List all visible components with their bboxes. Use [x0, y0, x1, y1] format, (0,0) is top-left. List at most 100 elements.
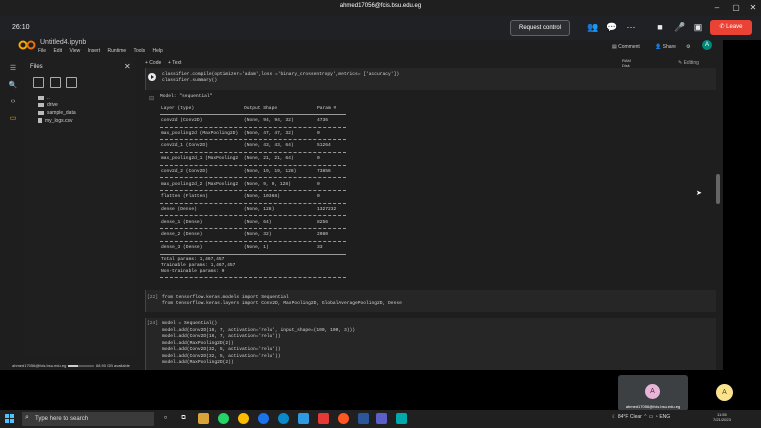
folder-icon — [38, 102, 44, 107]
code-line: from tensorflow.keras.layers import Conv… — [162, 301, 402, 306]
leave-button[interactable]: ✆ Leave — [710, 20, 752, 35]
summary-layer: flatten (Flatten) — [161, 194, 208, 200]
file-item[interactable]: .. — [38, 95, 50, 101]
divider — [160, 126, 346, 128]
app-icon[interactable] — [258, 413, 269, 424]
maximize-icon[interactable]: ▢ — [729, 2, 743, 13]
add-text-button[interactable]: + Text — [168, 60, 181, 66]
task-view-icon[interactable]: ⧉ — [178, 413, 189, 424]
close-icon[interactable]: ✕ — [746, 2, 760, 13]
edge-icon[interactable] — [278, 413, 289, 424]
cortana-icon[interactable]: ○ — [160, 413, 171, 424]
summary-params: 51264 — [317, 143, 331, 149]
folder-icon[interactable]: ▭ — [8, 114, 18, 124]
editing-label: Editing — [683, 60, 699, 66]
editing-mode[interactable]: ✎ Editing — [678, 60, 699, 66]
comment-button[interactable]: ▤ Comment — [612, 44, 640, 50]
settings-icon[interactable]: ⚙ — [686, 44, 690, 50]
pdf-icon[interactable] — [318, 413, 329, 424]
mouse-cursor-icon: ➤ — [696, 190, 702, 197]
run-cell-button[interactable] — [148, 73, 156, 81]
minimize-icon[interactable]: – — [710, 2, 724, 13]
menu-icon[interactable]: ☰ — [8, 64, 18, 74]
search-icon: ⌕ — [25, 414, 29, 421]
file-item[interactable]: my_logs.csv — [38, 118, 73, 124]
file-item[interactable]: drive — [38, 102, 58, 108]
chat-icon[interactable]: 💬 — [606, 21, 618, 33]
divider — [160, 190, 346, 191]
system-tray[interactable]: ☾ 84°F Clear ⌃ ▭ ◔ ENG — [612, 414, 670, 420]
menu-runtime[interactable]: Runtime — [108, 48, 127, 54]
present-icon[interactable]: ▣ — [692, 21, 704, 33]
file-icon — [38, 118, 42, 124]
summary-params: 0 — [317, 181, 320, 187]
whatsapp-icon[interactable] — [218, 413, 229, 424]
clock[interactable]: 11:55 7/21/2023 — [713, 412, 731, 422]
code-icon[interactable]: ‹› — [8, 98, 18, 108]
camera-icon[interactable]: ■ — [654, 21, 666, 33]
app-icon[interactable] — [338, 413, 349, 424]
menu-help[interactable]: Help — [153, 48, 163, 54]
resource-monitor[interactable]: RAM Disk — [622, 58, 631, 68]
meet-toolbar — [0, 16, 761, 40]
file-name: sample_data — [47, 110, 76, 116]
chrome-icon[interactable] — [238, 413, 249, 424]
model-title: Model: "sequential" — [160, 94, 213, 99]
add-code-button[interactable]: + Code — [145, 60, 161, 66]
code-line: model.add(Conv2D(32, 5, activation='relu… — [162, 353, 281, 359]
menu-edit[interactable]: Edit — [53, 48, 62, 54]
menu-file[interactable]: File — [38, 48, 46, 54]
non-trainable-params: Non-trainable params: 0 — [161, 269, 225, 274]
word-icon[interactable] — [358, 413, 369, 424]
share-label: Share — [662, 44, 676, 50]
menu-view[interactable]: View — [69, 48, 80, 54]
app-icon[interactable] — [396, 413, 407, 424]
share-button[interactable]: 👤 Share — [655, 44, 676, 50]
menu-tools[interactable]: Tools — [133, 48, 145, 54]
search-placeholder: Type here to search — [35, 416, 89, 422]
summary-layer: max_pooling2d_2 (MaxPooling2 — [161, 181, 239, 187]
summary-layer: dense_3 (Dense) — [161, 245, 203, 250]
summary-params: 1327232 — [317, 206, 337, 212]
menu-insert[interactable]: Insert — [88, 48, 101, 54]
mount-drive-icon[interactable] — [66, 77, 77, 88]
mic-icon[interactable]: 🎤 — [674, 21, 686, 33]
upload-icon[interactable] — [33, 77, 44, 88]
new-folder-icon[interactable] — [50, 77, 61, 88]
divider — [160, 254, 346, 255]
request-control-button[interactable]: Request control — [510, 20, 570, 36]
summary-params: 73856 — [317, 168, 331, 174]
participant-avatar[interactable]: A — [716, 384, 733, 401]
execution-count: [22] — [147, 295, 159, 300]
scrollbar-thumb[interactable] — [716, 174, 720, 204]
clock-date: 7/21/2023 — [713, 417, 731, 422]
code-line: classifier.summary() — [162, 78, 218, 83]
people-icon[interactable]: 👥 — [587, 21, 599, 33]
output-icon[interactable]: ⊟ — [149, 95, 154, 102]
teams-icon[interactable] — [376, 413, 387, 424]
files-title: Files — [30, 64, 43, 70]
summary-params: 0 — [317, 194, 320, 200]
search-icon[interactable]: 🔍 — [8, 81, 18, 91]
summary-params: 8256 — [317, 219, 329, 225]
windows-start-icon[interactable] — [5, 414, 15, 424]
app-icon[interactable] — [298, 413, 309, 424]
summary-params: 0 — [317, 156, 320, 162]
file-explorer-icon[interactable] — [198, 413, 209, 424]
file-item[interactable]: sample_data — [38, 110, 76, 116]
code-line: model.add(Conv2D(16, 7, activation='relu… — [162, 327, 355, 333]
more-options-icon[interactable]: ⋯ — [625, 21, 637, 33]
summary-params: 4736 — [317, 118, 329, 123]
meeting-time: 26:10 — [12, 24, 30, 31]
summary-shape: (None, 43, 43, 64) — [244, 143, 294, 149]
notebook-title[interactable]: Untitled4.ipynb — [40, 39, 86, 46]
close-pane-icon[interactable]: ✕ — [124, 62, 131, 71]
divider — [160, 177, 346, 179]
avatar[interactable]: A — [702, 40, 712, 50]
summary-header-shape: Output Shape — [244, 106, 278, 111]
summary-layer: max_pooling2d_1 (MaxPooling2 — [161, 156, 239, 162]
file-name: .. — [47, 95, 50, 101]
summary-shape: (None, 64) — [244, 219, 272, 225]
language: ENG — [659, 414, 671, 420]
disk-user: ahmed17056@fcis.bsu.edu.eg — [12, 363, 67, 368]
